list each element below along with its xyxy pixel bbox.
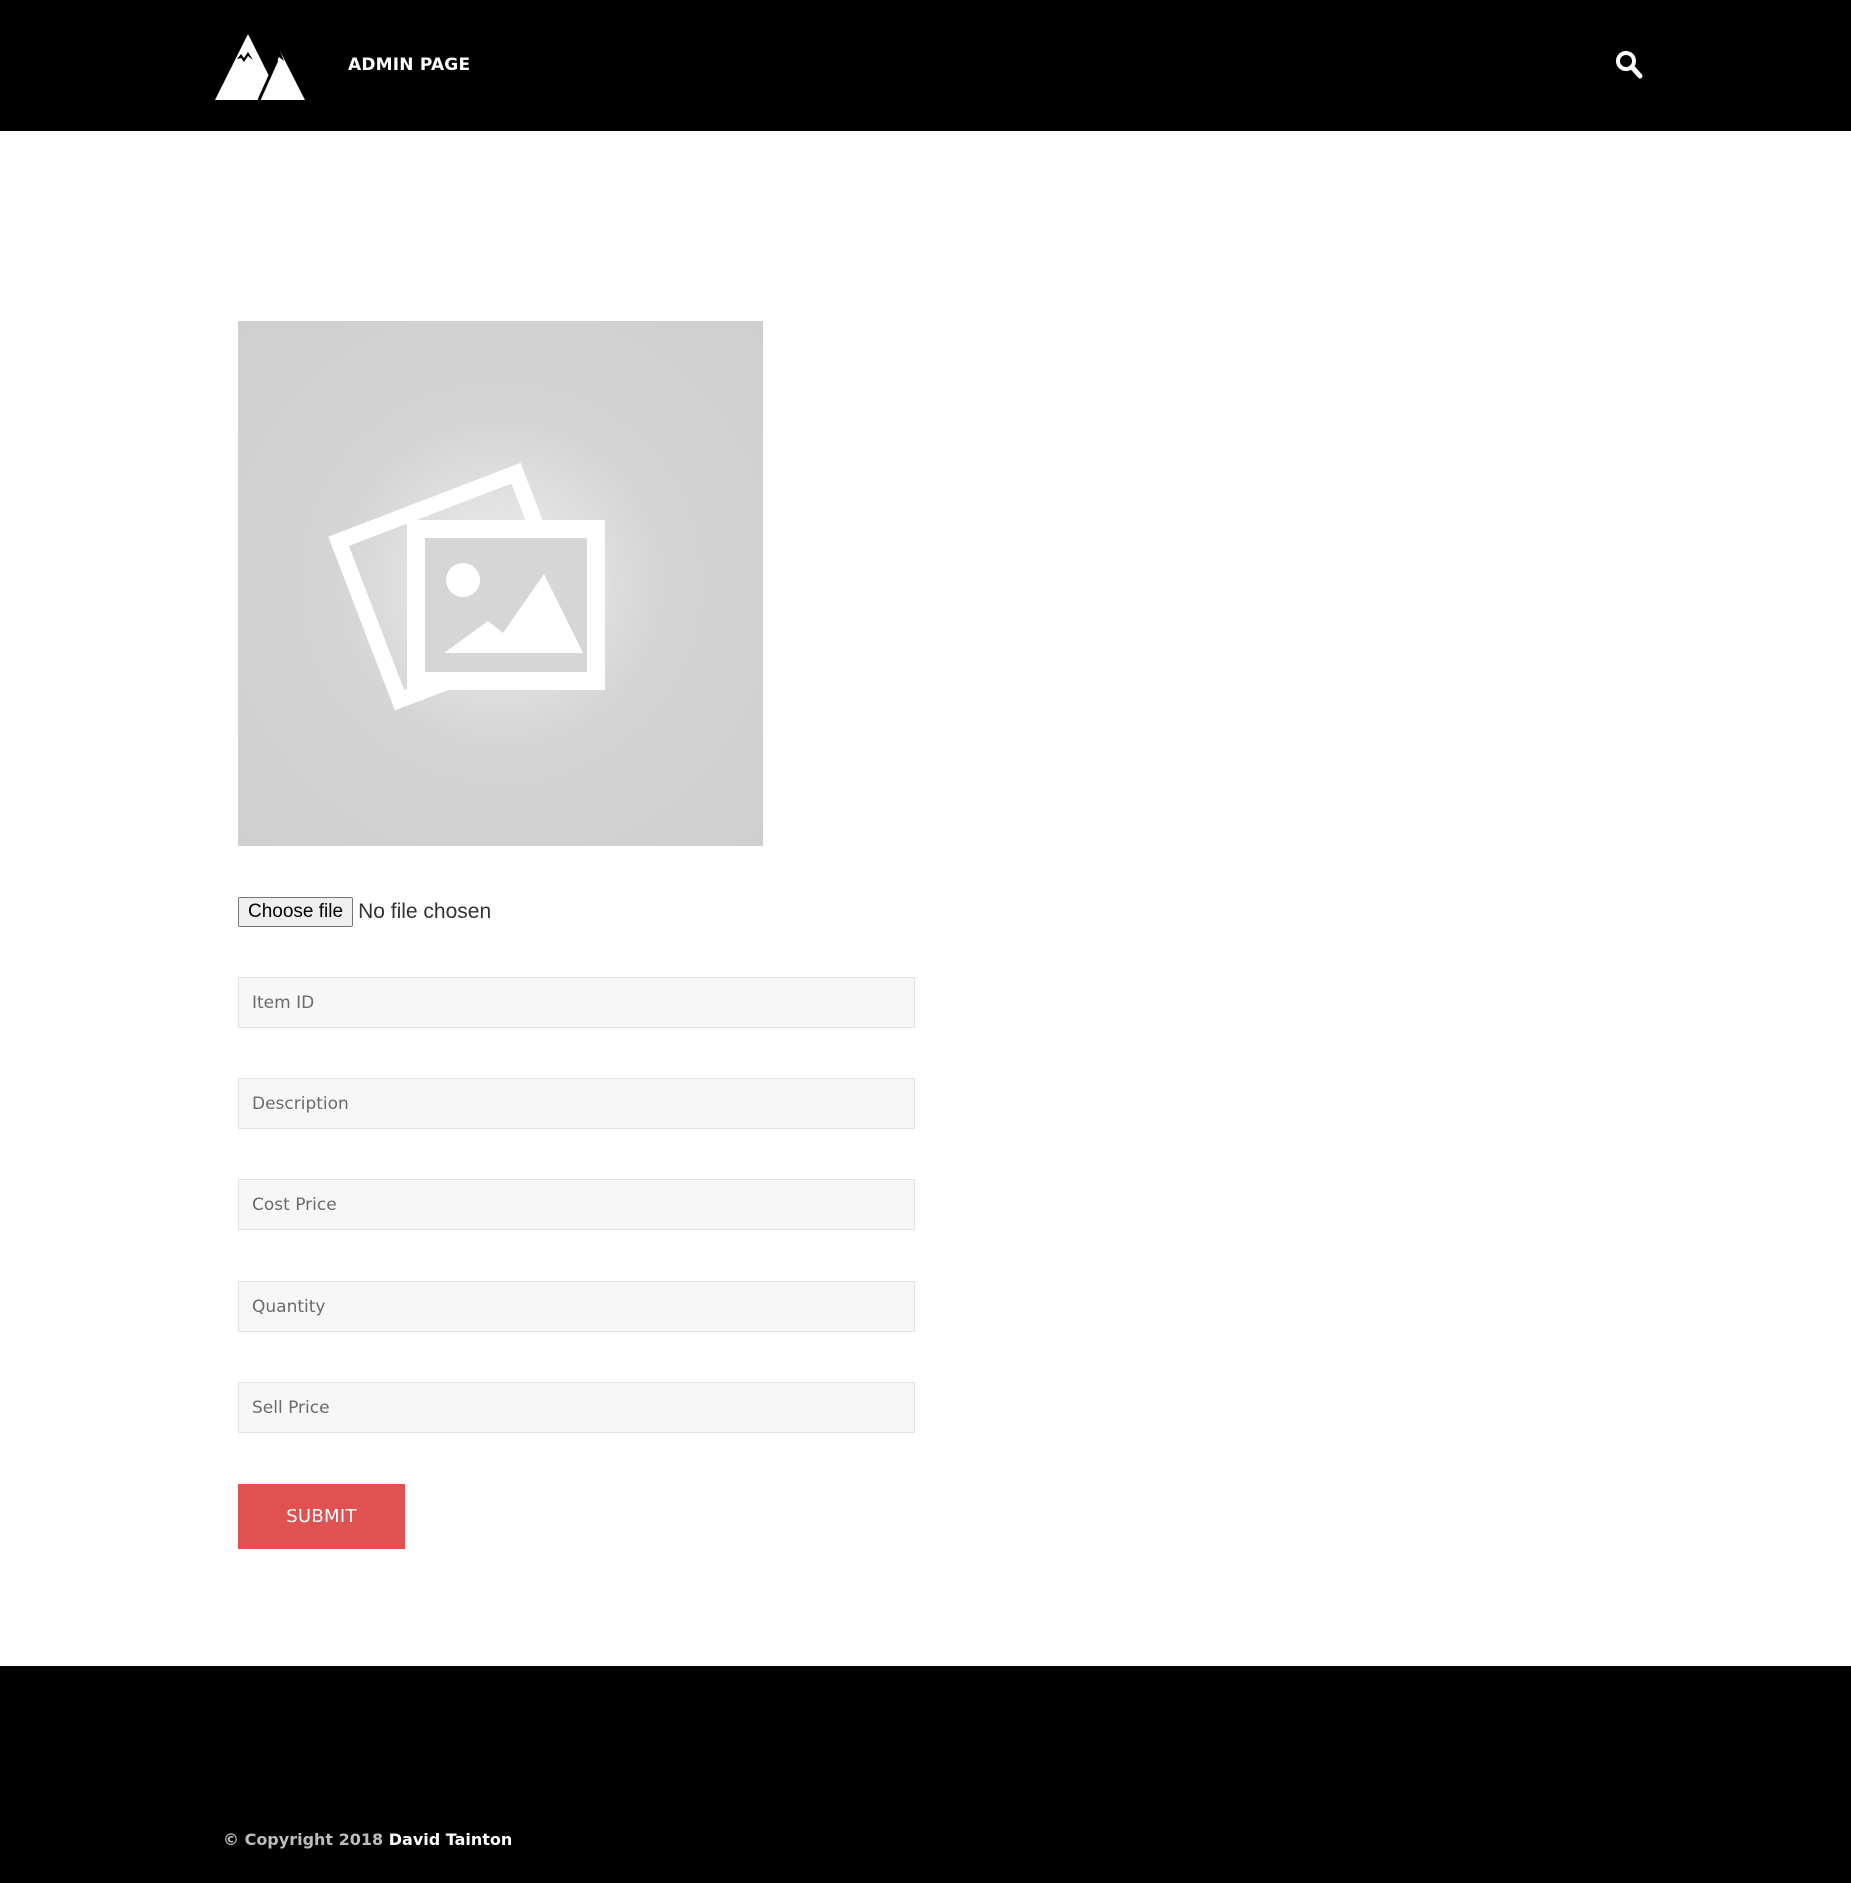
item-id-input[interactable] bbox=[238, 977, 915, 1028]
image-placeholder-icon bbox=[328, 462, 605, 711]
file-status-text: No file chosen bbox=[358, 900, 492, 923]
choose-file-button[interactable]: Choose file bbox=[238, 897, 354, 927]
site-footer bbox=[0, 1666, 1851, 1883]
mountain-logo-icon[interactable] bbox=[215, 34, 305, 101]
file-upload: Choose file No file chosen bbox=[238, 897, 491, 927]
submit-button[interactable]: SUBMIT bbox=[238, 1484, 405, 1549]
quantity-input[interactable] bbox=[238, 1281, 915, 1332]
author-link[interactable]: David Tainton bbox=[389, 1830, 513, 1849]
cost-price-input[interactable] bbox=[238, 1179, 915, 1230]
site-header: ADMIN PAGE bbox=[0, 0, 1851, 131]
nav-admin-page[interactable]: ADMIN PAGE bbox=[348, 52, 470, 78]
copyright-prefix: © Copyright 2018 bbox=[223, 1830, 384, 1849]
image-preview bbox=[238, 321, 763, 846]
copyright-text: © Copyright 2018 David Tainton bbox=[223, 1830, 512, 1849]
sell-price-input[interactable] bbox=[238, 1382, 915, 1433]
search-icon[interactable] bbox=[1615, 50, 1643, 80]
description-input[interactable] bbox=[238, 1078, 915, 1129]
